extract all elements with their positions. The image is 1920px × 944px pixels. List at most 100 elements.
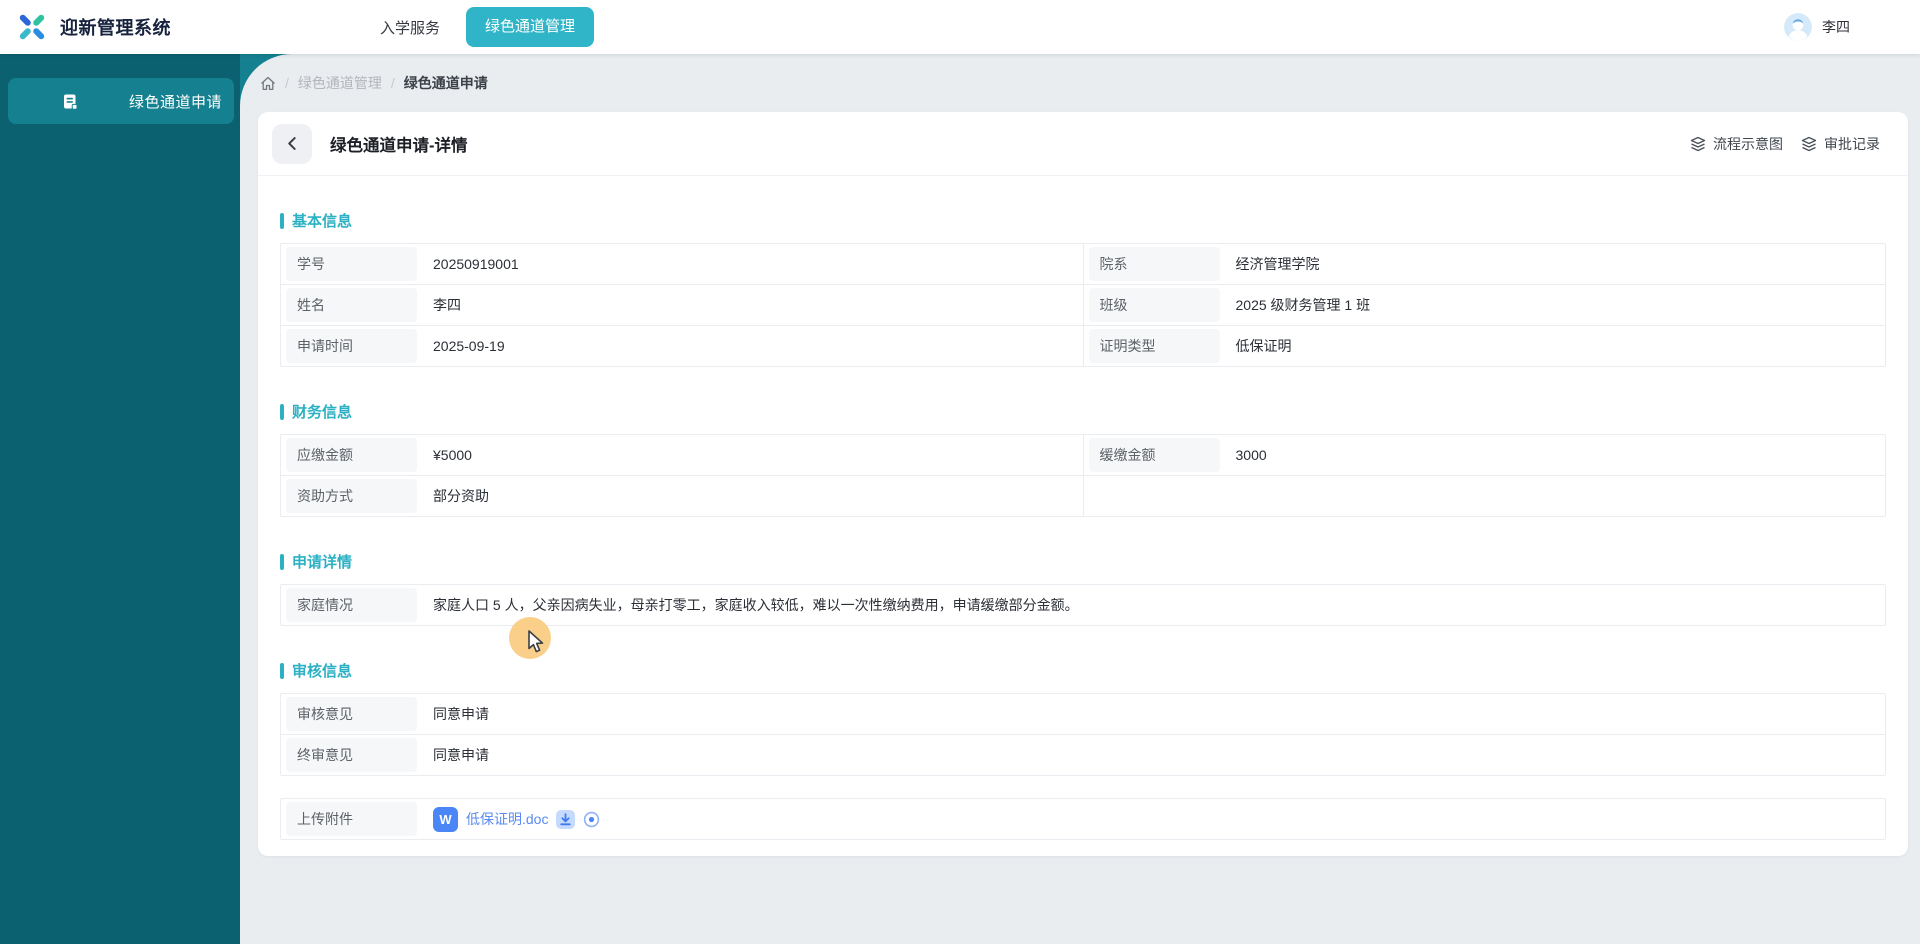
nav-item-enrollment-services[interactable]: 入学服务 bbox=[380, 17, 440, 38]
section-title-bar bbox=[280, 403, 284, 420]
approval-record-button[interactable]: 审批记录 bbox=[1801, 134, 1880, 154]
top-navbar: 迎新管理系统 入学服务 绿色通道管理 李四 bbox=[0, 0, 1920, 54]
layers-icon bbox=[1801, 136, 1817, 152]
username: 李四 bbox=[1822, 19, 1850, 35]
chevron-left-icon bbox=[286, 137, 299, 150]
field-label: 终审意见 bbox=[286, 738, 417, 772]
flow-diagram-label: 流程示意图 bbox=[1713, 135, 1783, 152]
sidebar-item-green-channel-application[interactable]: 绿色通道申请 bbox=[8, 78, 234, 124]
header-actions: 流程示意图 审批记录 bbox=[1690, 134, 1880, 154]
user-avatar-icon bbox=[1784, 13, 1812, 41]
section-title-bar bbox=[280, 212, 284, 229]
table-row: 姓名 李四 班级 2025 级财务管理 1 班 bbox=[281, 285, 1885, 326]
table-cell: 班级 2025 级财务管理 1 班 bbox=[1082, 285, 1886, 325]
field-value: 低保证明 bbox=[1235, 338, 1292, 354]
form-icon bbox=[62, 93, 79, 110]
table-cell: 审核意见 同意申请 bbox=[281, 694, 1885, 734]
table-row: 上传附件 W 低保证明.doc bbox=[281, 799, 1885, 839]
table-cell: 应缴金额 ¥5000 bbox=[281, 435, 1083, 475]
section-title-label: 申请详情 bbox=[292, 554, 353, 571]
field-label: 资助方式 bbox=[286, 479, 417, 513]
field-value: 李四 bbox=[433, 297, 461, 313]
table-row: 申请时间 2025-09-19 证明类型 低保证明 bbox=[281, 326, 1885, 366]
section-table: 学号 20250919001 院系 经济管理学院 姓名 李四 班级 2025 级财务管理 1 … bbox=[280, 243, 1886, 367]
breadcrumb-item-current: 绿色通道申请 bbox=[403, 75, 488, 91]
section-title: 基本信息 bbox=[280, 176, 1886, 243]
breadcrumb-separator: / bbox=[285, 75, 289, 91]
table-row: 审核意见 同意申请 bbox=[281, 694, 1885, 735]
field-value: 20250919001 bbox=[433, 256, 519, 272]
field-label: 缓缴金额 bbox=[1088, 438, 1220, 472]
field-label: 家庭情况 bbox=[286, 588, 417, 622]
app-title: 迎新管理系统 bbox=[60, 18, 171, 38]
section-title-bar bbox=[280, 662, 284, 679]
field-label: 院系 bbox=[1088, 247, 1220, 281]
table-cell: 证明类型 低保证明 bbox=[1082, 326, 1886, 366]
section-title-label: 基本信息 bbox=[292, 213, 353, 230]
word-file-icon: W bbox=[433, 806, 458, 832]
table-cell: 申请时间 2025-09-19 bbox=[281, 326, 1083, 366]
attachment-file-link[interactable]: 低保证明.doc bbox=[466, 809, 548, 829]
section-title-label: 审核信息 bbox=[292, 663, 353, 680]
field-label: 姓名 bbox=[286, 288, 417, 322]
mouse-cursor bbox=[526, 629, 546, 660]
sidebar: 绿色通道申请 bbox=[0, 54, 240, 944]
table-cell: 院系 经济管理学院 bbox=[1082, 244, 1886, 284]
table-cell: 终审意见 同意申请 bbox=[281, 735, 1885, 775]
field-value: 家庭人口 5 人，父亲因病失业，母亲打零工，家庭收入较低，难以一次性缴纳费用，申… bbox=[433, 597, 1079, 613]
table-row: 学号 20250919001 院系 经济管理学院 bbox=[281, 244, 1885, 285]
field-label: 申请时间 bbox=[286, 329, 417, 363]
field-label: 证明类型 bbox=[1088, 329, 1220, 363]
field-value: 3000 bbox=[1235, 447, 1267, 463]
flow-diagram-button[interactable]: 流程示意图 bbox=[1690, 134, 1783, 154]
approval-record-label: 审批记录 bbox=[1824, 135, 1880, 152]
table-row: 资助方式 部分资助 bbox=[281, 476, 1885, 516]
table-cell: 学号 20250919001 bbox=[281, 244, 1083, 284]
top-nav: 入学服务 绿色通道管理 bbox=[380, 0, 595, 54]
field-value: ¥5000 bbox=[433, 447, 472, 463]
breadcrumb: / 绿色通道管理 / 绿色通道申请 bbox=[240, 54, 1920, 112]
field-value: 同意申请 bbox=[433, 706, 489, 722]
field-value: 2025-09-19 bbox=[433, 338, 505, 354]
main-content: / 绿色通道管理 / 绿色通道申请 绿色通道申请-详情 流程示意图 审批记录 基… bbox=[240, 54, 1920, 944]
back-button[interactable] bbox=[272, 123, 312, 164]
table-row: 应缴金额 ¥5000 缓缴金额 3000 bbox=[281, 435, 1885, 476]
breadcrumb-separator: / bbox=[390, 75, 395, 91]
detail-sections: 基本信息 学号 20250919001 院系 经济管理学院 姓名 李四 班级 2025 级财务管… bbox=[280, 176, 1886, 776]
attachment-table: 上传附件 W 低保证明.doc bbox=[280, 798, 1886, 840]
layers-icon bbox=[1690, 136, 1706, 152]
app-logo-icon bbox=[14, 9, 50, 45]
field-label: 上传附件 bbox=[286, 802, 417, 836]
section-table: 应缴金额 ¥5000 缓缴金额 3000 资助方式 部分资助 bbox=[280, 434, 1886, 517]
home-icon[interactable] bbox=[260, 76, 276, 91]
field-label: 应缴金额 bbox=[286, 438, 417, 472]
field-label: 学号 bbox=[286, 247, 417, 281]
field-value: 2025 级财务管理 1 班 bbox=[1235, 297, 1371, 313]
section-title: 财务信息 bbox=[280, 367, 1886, 434]
table-cell: 缓缴金额 3000 bbox=[1082, 435, 1886, 475]
detail-card: 绿色通道申请-详情 流程示意图 审批记录 基本信息 学号 20250919001… bbox=[258, 112, 1908, 856]
detail-card-header: 绿色通道申请-详情 流程示意图 审批记录 bbox=[258, 112, 1908, 176]
table-cell: 资助方式 部分资助 bbox=[281, 476, 1083, 516]
user-menu[interactable]: 李四 bbox=[1784, 13, 1850, 41]
attachment-value: W 低保证明.doc bbox=[417, 806, 600, 832]
table-cell bbox=[1082, 476, 1886, 516]
table-row: 终审意见 同意申请 bbox=[281, 735, 1885, 775]
field-label: 班级 bbox=[1088, 288, 1220, 322]
download-icon[interactable] bbox=[556, 809, 576, 829]
section-table: 审核意见 同意申请 终审意见 同意申请 bbox=[280, 693, 1886, 776]
attachment-cell: 上传附件 W 低保证明.doc bbox=[281, 799, 1885, 839]
section-title-label: 财务信息 bbox=[292, 404, 353, 421]
nav-item-green-channel-management[interactable]: 绿色通道管理 bbox=[466, 7, 595, 47]
sidebar-item-label: 绿色通道申请 bbox=[129, 93, 223, 111]
field-label: 审核意见 bbox=[286, 697, 417, 731]
page-title: 绿色通道申请-详情 bbox=[330, 136, 468, 155]
field-value: 同意申请 bbox=[433, 747, 489, 763]
field-value: 经济管理学院 bbox=[1235, 256, 1320, 272]
section-title-bar bbox=[280, 553, 284, 570]
preview-icon[interactable] bbox=[583, 811, 600, 828]
breadcrumb-item[interactable]: 绿色通道管理 bbox=[298, 73, 382, 93]
field-value: 部分资助 bbox=[433, 488, 489, 504]
table-cell: 姓名 李四 bbox=[281, 285, 1083, 325]
section-title: 申请详情 bbox=[280, 517, 1886, 584]
